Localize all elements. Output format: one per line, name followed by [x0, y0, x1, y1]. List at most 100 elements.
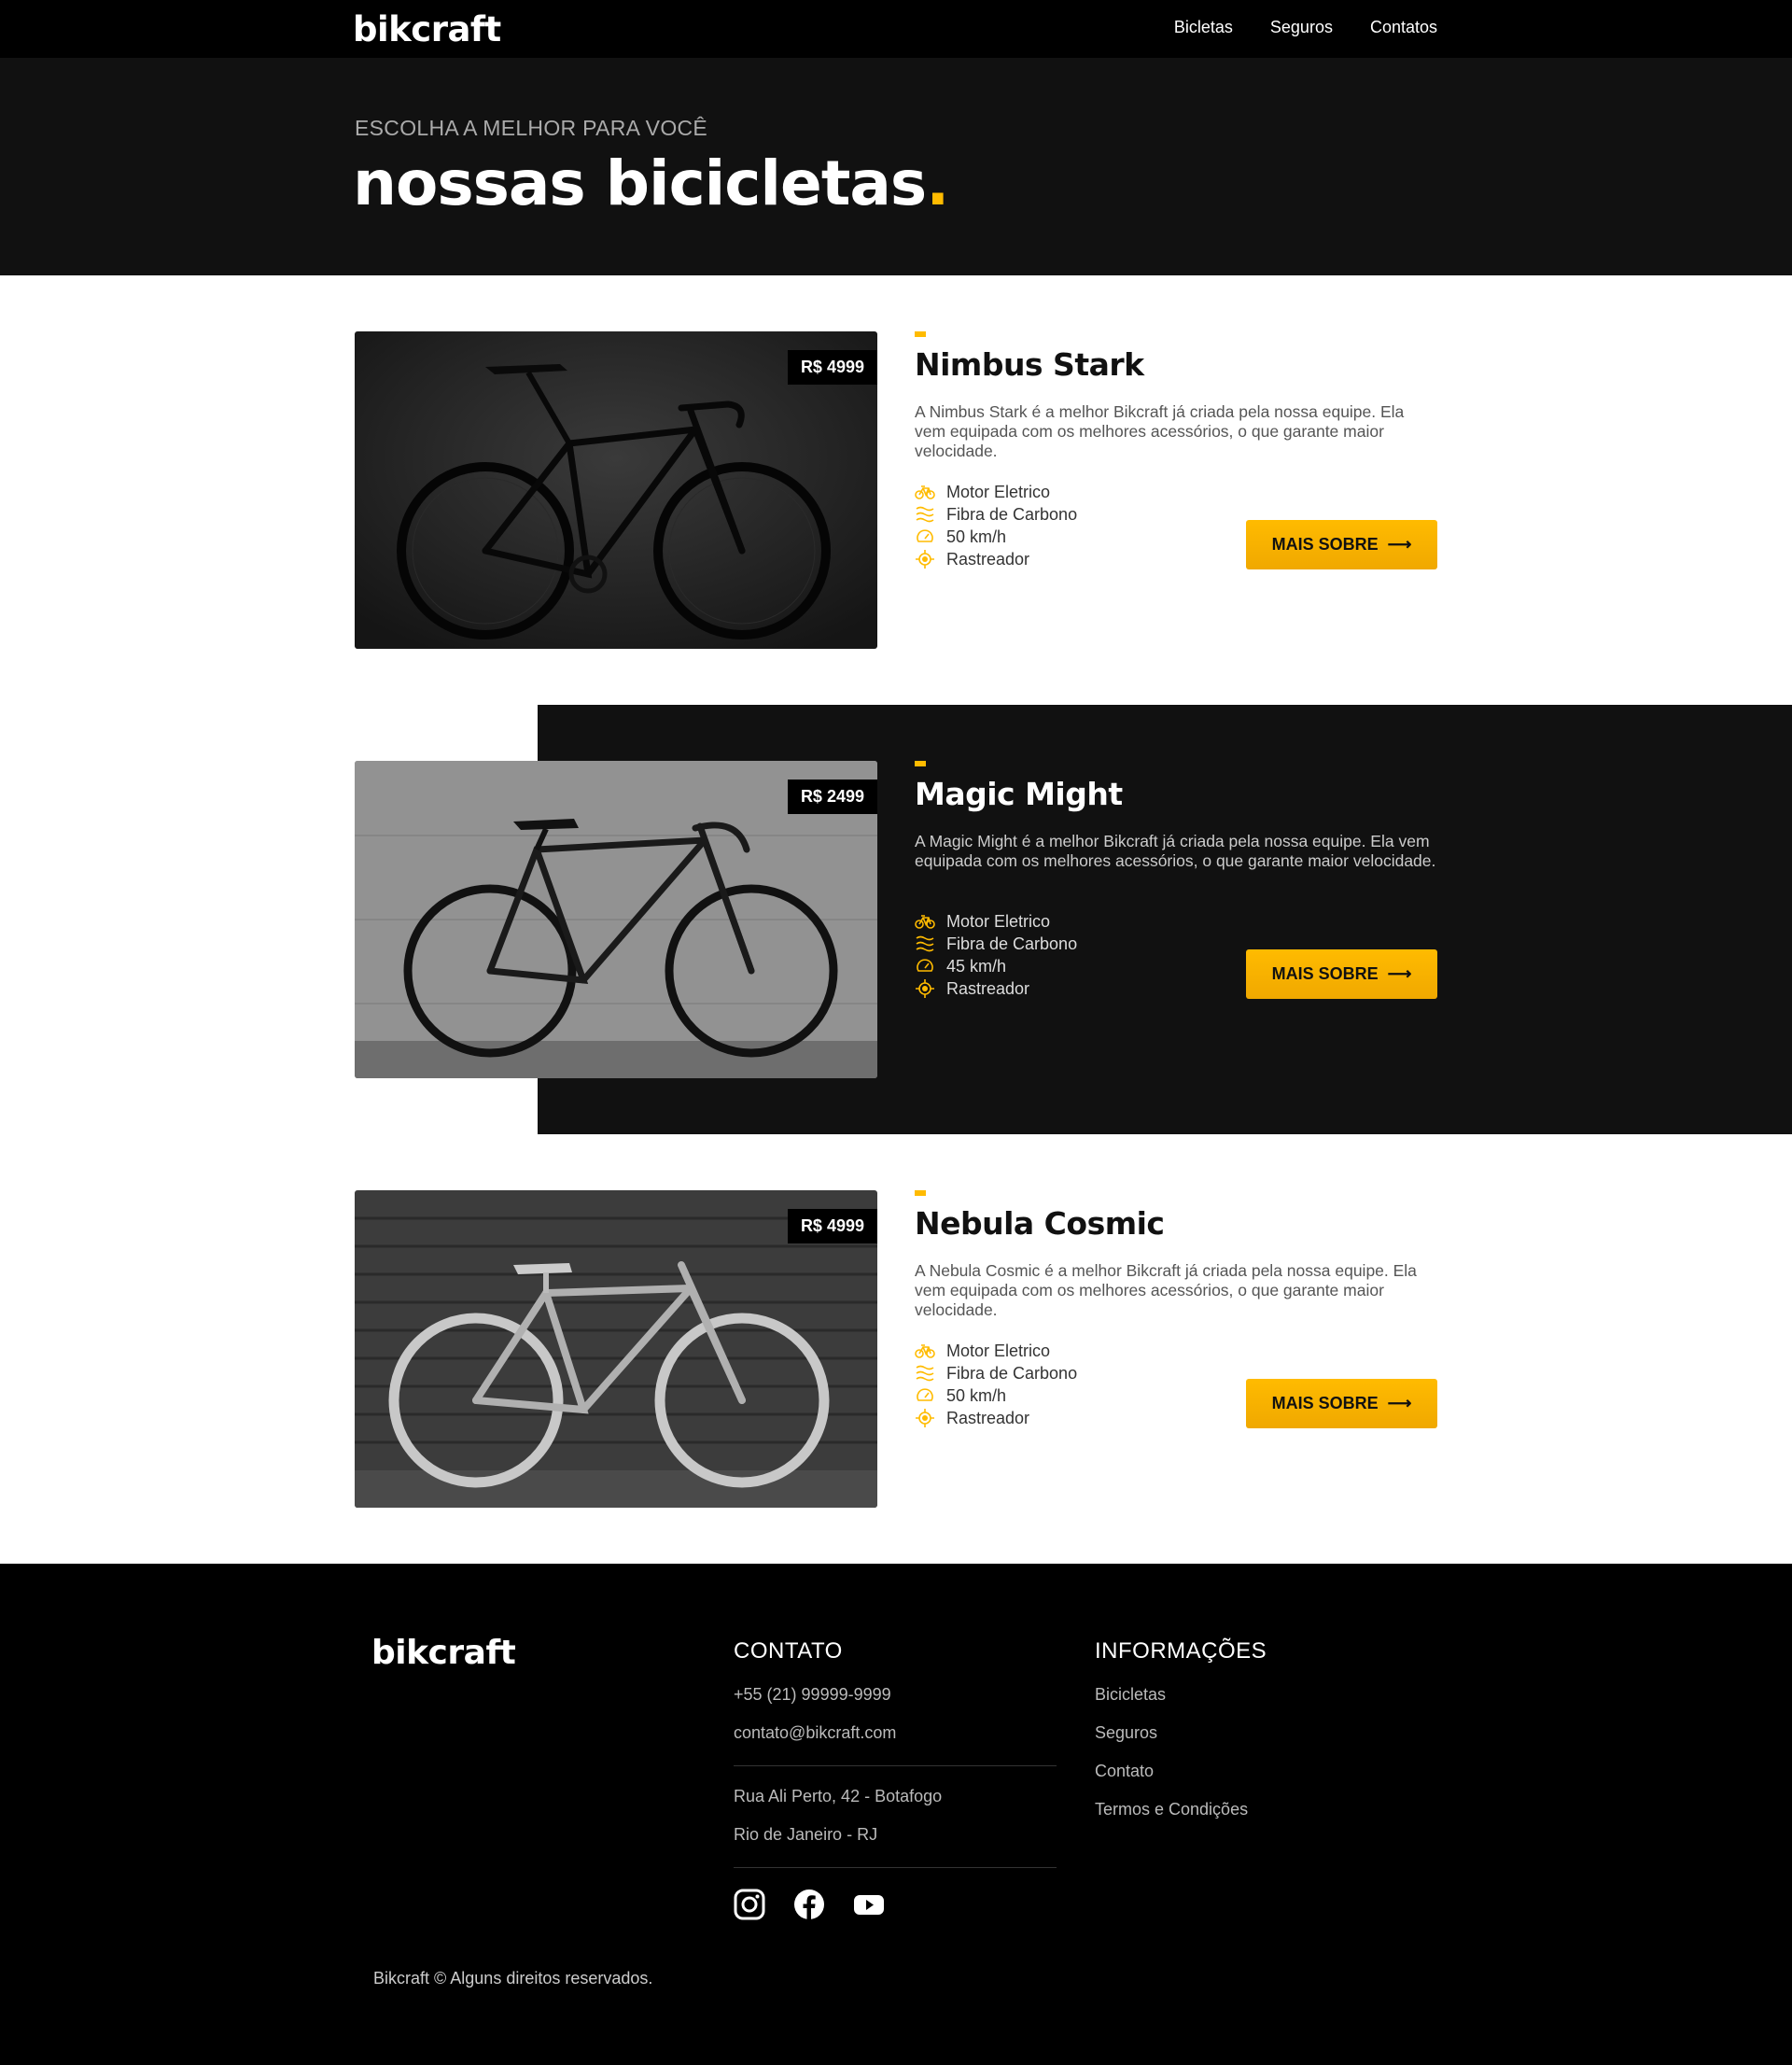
feature-label: Motor Eletrico — [946, 911, 1051, 931]
product-info: Nebula Cosmic A Nebula Cosmic é a melhor… — [915, 1190, 1437, 1508]
main-nav: Bicletas Seguros Contatos — [1174, 18, 1437, 37]
divider — [734, 1867, 1057, 1868]
facebook-icon[interactable] — [793, 1889, 825, 1920]
contact-address-line2: Rio de Janeiro - RJ — [734, 1825, 878, 1844]
logo[interactable]: bikcraft — [353, 9, 501, 49]
feature-label: 50 km/h — [946, 527, 1007, 546]
contact-phone[interactable]: +55 (21) 99999-9999 — [734, 1685, 1057, 1723]
feature-item: Fibra de Carbono — [915, 503, 1077, 526]
product-image[interactable]: R$ 2499 — [355, 761, 877, 1078]
product-image[interactable]: R$ 4999 — [355, 1190, 877, 1508]
footer-logo[interactable]: bikcraft — [371, 1634, 516, 1672]
product-card: R$ 2499 Magic Might A Magic Might é a me… — [355, 761, 1437, 1078]
product-description: A Magic Might é a melhor Bikcraft já cri… — [915, 832, 1436, 870]
speed-icon — [915, 1385, 935, 1406]
accent-bar — [915, 761, 926, 766]
accent-bar — [915, 331, 926, 337]
tracker-icon — [915, 978, 935, 999]
nav-link-seguros[interactable]: Seguros — [1270, 18, 1333, 37]
button-label: MAIS SOBRE — [1271, 964, 1379, 983]
product-image[interactable]: R$ 4999 — [355, 331, 877, 649]
mais-sobre-button[interactable]: MAIS SOBRE ⟶ — [1246, 1379, 1437, 1428]
mais-sobre-button[interactable]: MAIS SOBRE ⟶ — [1246, 949, 1437, 999]
carbon-icon — [915, 934, 935, 954]
feature-label: Fibra de Carbono — [946, 934, 1078, 953]
feature-item: Fibra de Carbono — [915, 933, 1077, 955]
title-dot: . — [926, 148, 949, 219]
feature-label: 45 km/h — [946, 956, 1007, 976]
tracker-icon — [915, 549, 935, 569]
bike-icon — [915, 1341, 935, 1361]
contact-email[interactable]: contato@bikcraft.com — [734, 1723, 1057, 1762]
footer-link-seguros[interactable]: Seguros — [1095, 1723, 1267, 1762]
footer-link-bicicletas[interactable]: Bicicletas — [1095, 1685, 1267, 1723]
carbon-icon — [915, 504, 935, 525]
product-card: R$ 4999 Nebula Cosmic A Nebula Cosmic é … — [355, 1190, 1437, 1508]
mais-sobre-button[interactable]: MAIS SOBRE ⟶ — [1246, 520, 1437, 569]
feature-item: Rastreador — [915, 1407, 1077, 1429]
footer-info: INFORMAÇÕES Bicicletas Seguros Contato T… — [1095, 1638, 1267, 1838]
footer-contact: CONTATO +55 (21) 99999-9999 contato@bikc… — [734, 1638, 1057, 1920]
button-label: MAIS SOBRE — [1271, 1394, 1379, 1412]
button-label: MAIS SOBRE — [1271, 535, 1379, 554]
top-header: bikcraft Bicletas Seguros Contatos — [0, 0, 1792, 58]
feature-label: 50 km/h — [946, 1385, 1007, 1405]
bike-icon — [915, 911, 935, 932]
feature-label: Fibra de Carbono — [946, 504, 1078, 524]
youtube-icon[interactable] — [853, 1889, 885, 1920]
instagram-icon[interactable] — [734, 1889, 765, 1920]
page-title-text: nossas bicicletas — [353, 148, 927, 219]
footer: bikcraft CONTATO +55 (21) 99999-9999 con… — [0, 1564, 1792, 2065]
feature-list: Motor Eletrico Fibra de Carbono 45 km/h … — [915, 910, 1077, 1000]
feature-label: Motor Eletrico — [946, 482, 1051, 501]
social-links — [734, 1889, 1057, 1920]
tracker-icon — [915, 1408, 935, 1428]
product-name: Nebula Cosmic — [915, 1205, 1165, 1242]
feature-label: Rastreador — [946, 978, 1030, 998]
arrow-right-icon: ⟶ — [1387, 535, 1412, 554]
hero-kicker: ESCOLHA A MELHOR PARA VOCÊ — [355, 116, 708, 140]
footer-link-termos[interactable]: Termos e Condições — [1095, 1800, 1267, 1838]
feature-item: Motor Eletrico — [915, 1340, 1077, 1362]
feature-label: Motor Eletrico — [946, 1341, 1051, 1360]
price-tag: R$ 4999 — [787, 350, 877, 385]
product-description: A Nimbus Stark é a melhor Bikcraft já cr… — [915, 402, 1405, 460]
feature-item: Rastreador — [915, 548, 1077, 570]
product-info: Magic Might A Magic Might é a melhor Bik… — [915, 761, 1437, 1078]
feature-item: Fibra de Carbono — [915, 1362, 1077, 1384]
feature-label: Fibra de Carbono — [946, 1363, 1078, 1383]
info-heading: INFORMAÇÕES — [1095, 1638, 1267, 1664]
arrow-right-icon: ⟶ — [1387, 964, 1412, 983]
nav-link-contatos[interactable]: Contatos — [1370, 18, 1437, 37]
page-title: nossas bicicletas. — [353, 148, 949, 219]
product-card: R$ 4999 Nimbus Stark A Nimbus Stark é a … — [355, 331, 1437, 649]
feature-item: 45 km/h — [915, 955, 1077, 977]
product-name: Magic Might — [915, 776, 1123, 812]
feature-label: Rastreador — [946, 1408, 1030, 1427]
feature-item: Motor Eletrico — [915, 910, 1077, 933]
feature-item: Motor Eletrico — [915, 481, 1077, 503]
feature-item: 50 km/h — [915, 526, 1077, 548]
price-tag: R$ 2499 — [787, 780, 877, 814]
feature-list: Motor Eletrico Fibra de Carbono 50 km/h … — [915, 481, 1077, 570]
speed-icon — [915, 527, 935, 547]
speed-icon — [915, 956, 935, 976]
footer-link-contato[interactable]: Contato — [1095, 1762, 1267, 1800]
nav-link-bicletas[interactable]: Bicletas — [1174, 18, 1233, 37]
product-description: A Nebula Cosmic é a melhor Bikcraft já c… — [915, 1261, 1417, 1319]
product-info: Nimbus Stark A Nimbus Stark é a melhor B… — [915, 331, 1437, 649]
bike-icon — [915, 482, 935, 502]
feature-item: Rastreador — [915, 977, 1077, 1000]
product-name: Nimbus Stark — [915, 346, 1144, 383]
feature-label: Rastreador — [946, 549, 1030, 569]
divider — [734, 1765, 1057, 1766]
contact-heading: CONTATO — [734, 1638, 843, 1664]
price-tag: R$ 4999 — [787, 1209, 877, 1243]
hero-section: ESCOLHA A MELHOR PARA VOCÊ nossas bicicl… — [0, 58, 1792, 275]
carbon-icon — [915, 1363, 935, 1384]
accent-bar — [915, 1190, 926, 1196]
feature-item: 50 km/h — [915, 1384, 1077, 1407]
feature-list: Motor Eletrico Fibra de Carbono 50 km/h … — [915, 1340, 1077, 1429]
contact-address-line1: Rua Ali Perto, 42 - Botafogo — [734, 1787, 943, 1805]
arrow-right-icon: ⟶ — [1387, 1394, 1412, 1412]
